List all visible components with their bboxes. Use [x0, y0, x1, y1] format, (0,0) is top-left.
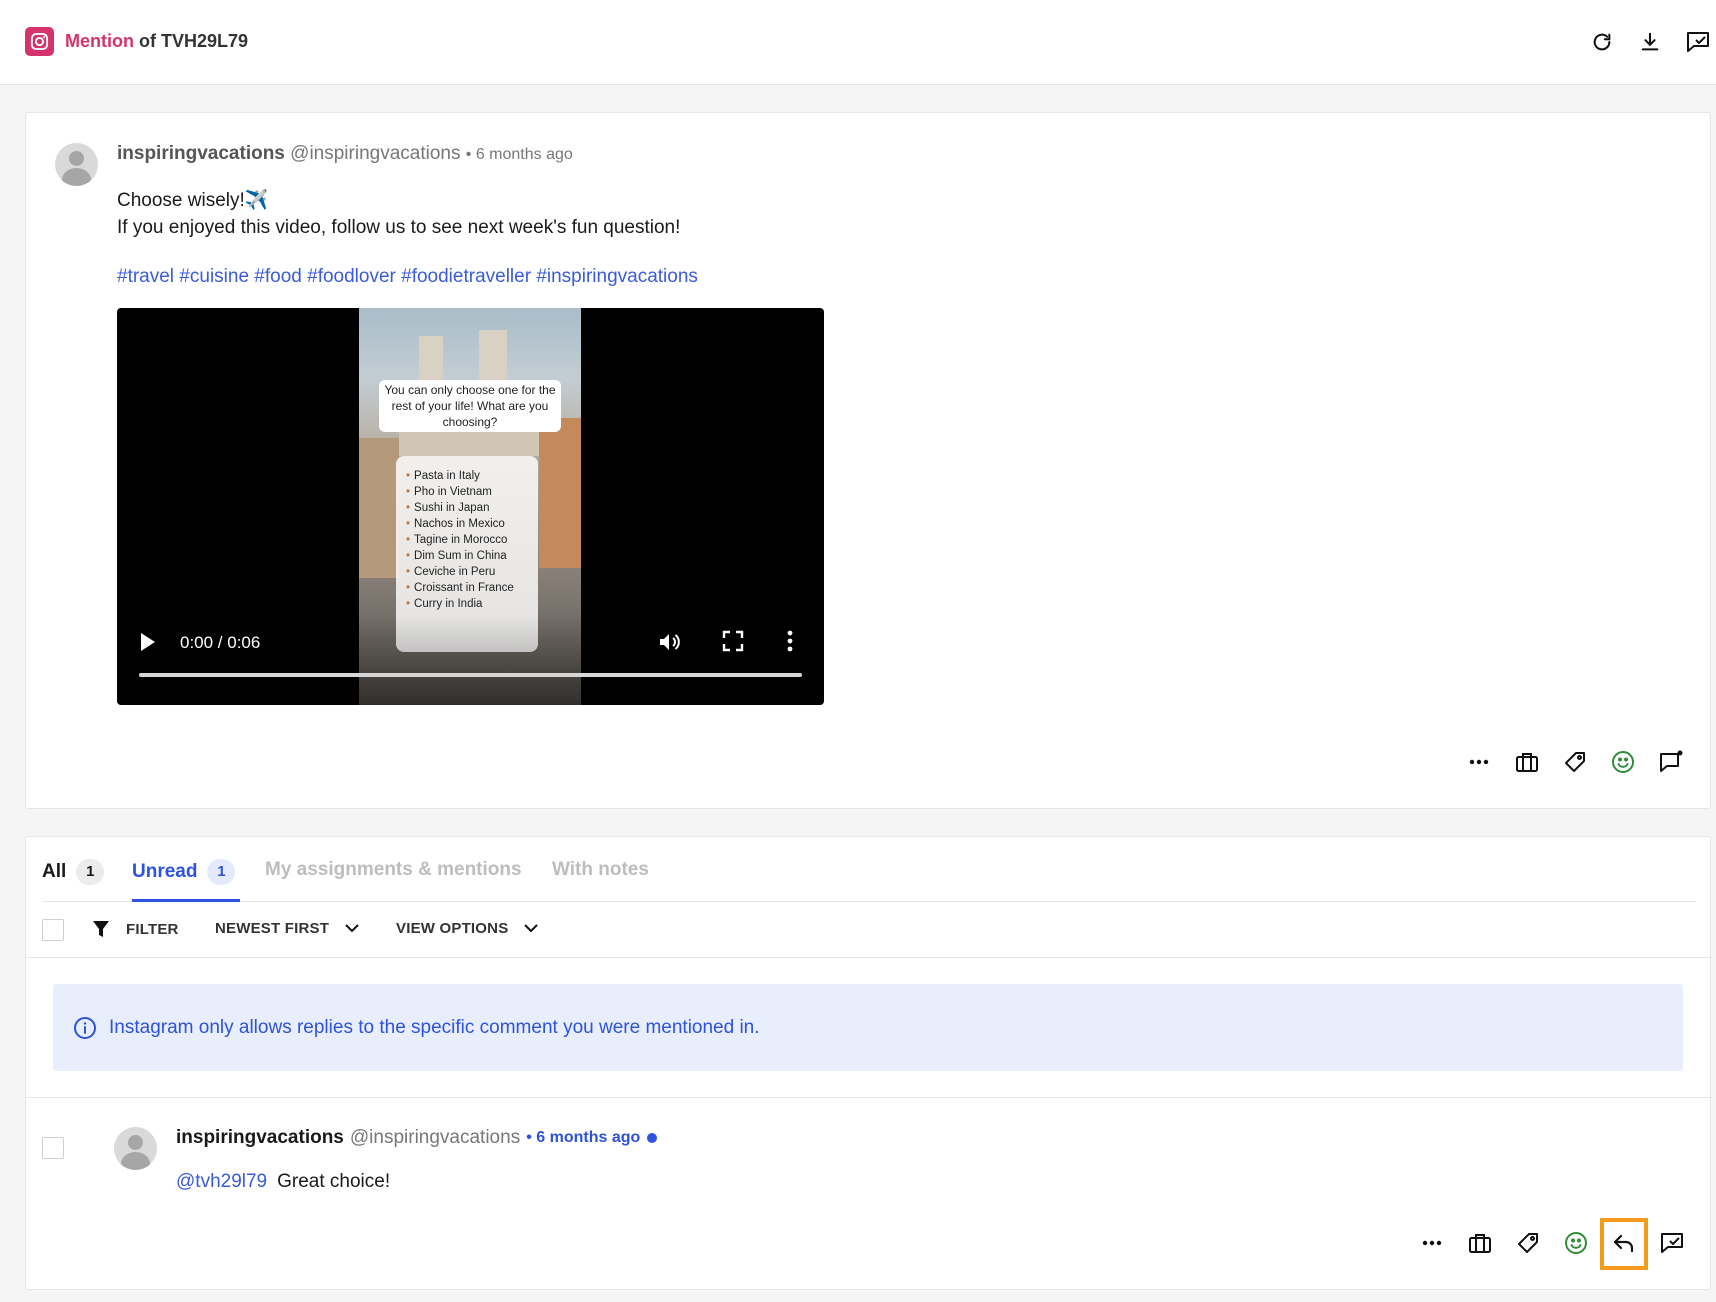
info-icon: [74, 1016, 96, 1039]
video-choice-item: Sushi in Japan: [406, 500, 532, 516]
comment-mention-link[interactable]: @tvh29l79: [176, 1171, 267, 1192]
chevron-down-icon: [345, 924, 359, 933]
video-player[interactable]: You can only choose one for the rest of …: [117, 308, 824, 705]
tab-unread-count: 1: [207, 859, 236, 885]
mention-type-label: Mention: [65, 31, 134, 51]
tabs-divider: [42, 901, 1696, 902]
video-menu-icon[interactable]: [787, 630, 793, 657]
video-choice-item: Curry in India: [406, 596, 532, 612]
post-author-name[interactable]: inspiringvacations: [117, 143, 285, 164]
post-actions: [1466, 749, 1684, 775]
reply-highlight-box: [1600, 1218, 1648, 1270]
more-icon[interactable]: [1419, 1230, 1445, 1256]
select-all-checkbox[interactable]: [42, 919, 64, 941]
video-choice-item: Croissant in France: [406, 580, 532, 596]
video-choice-item: Nachos in Mexico: [406, 516, 532, 532]
view-options-dropdown[interactable]: VIEW OPTIONS: [396, 920, 539, 937]
chevron-down-icon: [524, 924, 539, 933]
smiley-icon[interactable]: [1610, 749, 1636, 775]
comment-author-line: inspiringvacations @inspiringvacations •…: [176, 1127, 658, 1149]
tab-all-label: All: [42, 861, 67, 882]
tag-icon[interactable]: [1562, 749, 1588, 775]
download-icon[interactable]: [1636, 28, 1664, 56]
tab-assignments[interactable]: My assignments & mentions: [265, 859, 522, 881]
post-body: Choose wisely!✈️ If you enjoyed this vid…: [117, 187, 680, 241]
filter-icon: [93, 921, 109, 937]
tab-all-count: 1: [76, 859, 105, 885]
video-progress-bar[interactable]: [139, 673, 802, 677]
comments-card: All 1 Unread 1 My assignments & mentions…: [25, 836, 1712, 1290]
post-text-line: If you enjoyed this video, follow us to …: [117, 217, 681, 238]
filter-label: FILTER: [126, 920, 179, 938]
comment-body: @tvh29l79 Great choice!: [176, 1171, 390, 1193]
video-time: 0:00 / 0:06: [180, 633, 261, 652]
video-choice-item: Ceviche in Peru: [406, 564, 532, 580]
video-choice-item: Tagine in Morocco: [406, 532, 532, 548]
unread-indicator: [647, 1133, 658, 1143]
mention-target-label: of TVH29L79: [139, 31, 249, 51]
filter-button[interactable]: FILTER: [92, 920, 179, 938]
tab-with-notes[interactable]: With notes: [552, 859, 649, 881]
smiley-icon[interactable]: [1563, 1230, 1589, 1256]
post-hashtags[interactable]: #travel #cuisine #food #foodlover #foodi…: [117, 266, 698, 288]
briefcase-icon[interactable]: [1514, 749, 1540, 775]
toolbar-divider: [26, 957, 1712, 958]
comment-author-name[interactable]: inspiringvacations: [176, 1127, 344, 1149]
mark-done-icon[interactable]: [1659, 1230, 1685, 1256]
tag-icon[interactable]: [1515, 1230, 1541, 1256]
tab-unread[interactable]: Unread 1: [132, 859, 236, 885]
comment-author-handle[interactable]: @inspiringvacations: [350, 1127, 520, 1149]
video-choice-item: Dim Sum in China: [406, 548, 532, 564]
post-author-handle[interactable]: @inspiringvacations: [290, 143, 460, 164]
post-card: inspiringvacations @inspiringvacations •…: [25, 112, 1711, 809]
comment-timestamp: • 6 months ago: [526, 1129, 641, 1146]
video-choice-item: Pho in Vietnam: [406, 484, 532, 500]
fullscreen-icon[interactable]: [722, 630, 744, 657]
video-choice-item: Pasta in Italy: [406, 468, 532, 484]
sort-label: NEWEST FIRST: [215, 920, 330, 937]
briefcase-icon[interactable]: [1467, 1230, 1493, 1256]
page-title: Mention of TVH29L79: [65, 31, 248, 52]
refresh-icon[interactable]: [1588, 28, 1616, 56]
note-icon[interactable]: [1658, 749, 1684, 775]
avatar: [55, 143, 98, 186]
more-icon[interactable]: [1466, 749, 1492, 775]
volume-icon[interactable]: [657, 630, 681, 659]
play-icon[interactable]: [139, 632, 157, 657]
post-text-line: Choose wisely!✈️: [117, 190, 269, 211]
active-tab-indicator: [132, 899, 240, 902]
video-question: You can only choose one for the rest of …: [379, 380, 561, 432]
banner-divider: [26, 1097, 1712, 1098]
info-banner-text: Instagram only allows replies to the spe…: [109, 1016, 760, 1038]
post-timestamp: • 6 months ago: [465, 146, 573, 163]
comment-text: Great choice!: [277, 1171, 391, 1192]
tab-unread-label: Unread: [132, 861, 198, 882]
view-options-label: VIEW OPTIONS: [396, 920, 509, 937]
header: Mention of TVH29L79: [0, 0, 1716, 85]
info-banner: Instagram only allows replies to the spe…: [53, 984, 1683, 1071]
post-author-line: inspiringvacations @inspiringvacations •…: [117, 143, 573, 165]
tab-all[interactable]: All 1: [42, 859, 105, 885]
sort-dropdown[interactable]: NEWEST FIRST: [215, 920, 359, 937]
instagram-icon: [25, 27, 54, 56]
mark-done-icon[interactable]: [1684, 28, 1712, 56]
comment-checkbox[interactable]: [42, 1137, 64, 1159]
avatar: [114, 1127, 157, 1170]
